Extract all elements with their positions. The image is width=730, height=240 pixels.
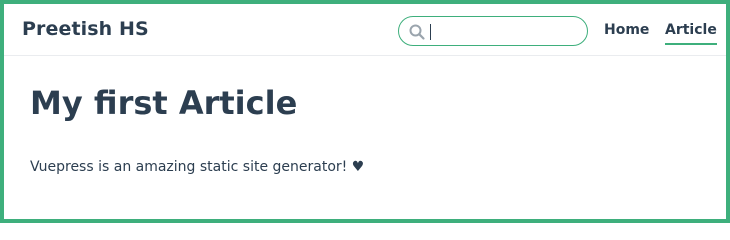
search-input[interactable] — [429, 21, 579, 41]
active-link-underline — [665, 43, 717, 45]
nav-link-home[interactable]: Home — [604, 22, 649, 38]
search-box[interactable] — [398, 16, 588, 46]
article-body-text: Vuepress is an amazing static site gener… — [30, 159, 365, 175]
site-name-link[interactable]: Preetish HS — [22, 18, 149, 40]
nav-link-article-label: Article — [665, 22, 717, 38]
page-frame: Preetish HS Home Article My first Articl… — [0, 0, 730, 223]
nav-link-article[interactable]: Article — [665, 22, 717, 45]
search-icon — [408, 23, 426, 41]
navbar: Preetish HS Home Article — [4, 4, 726, 56]
page-title: My first Article — [30, 84, 298, 122]
